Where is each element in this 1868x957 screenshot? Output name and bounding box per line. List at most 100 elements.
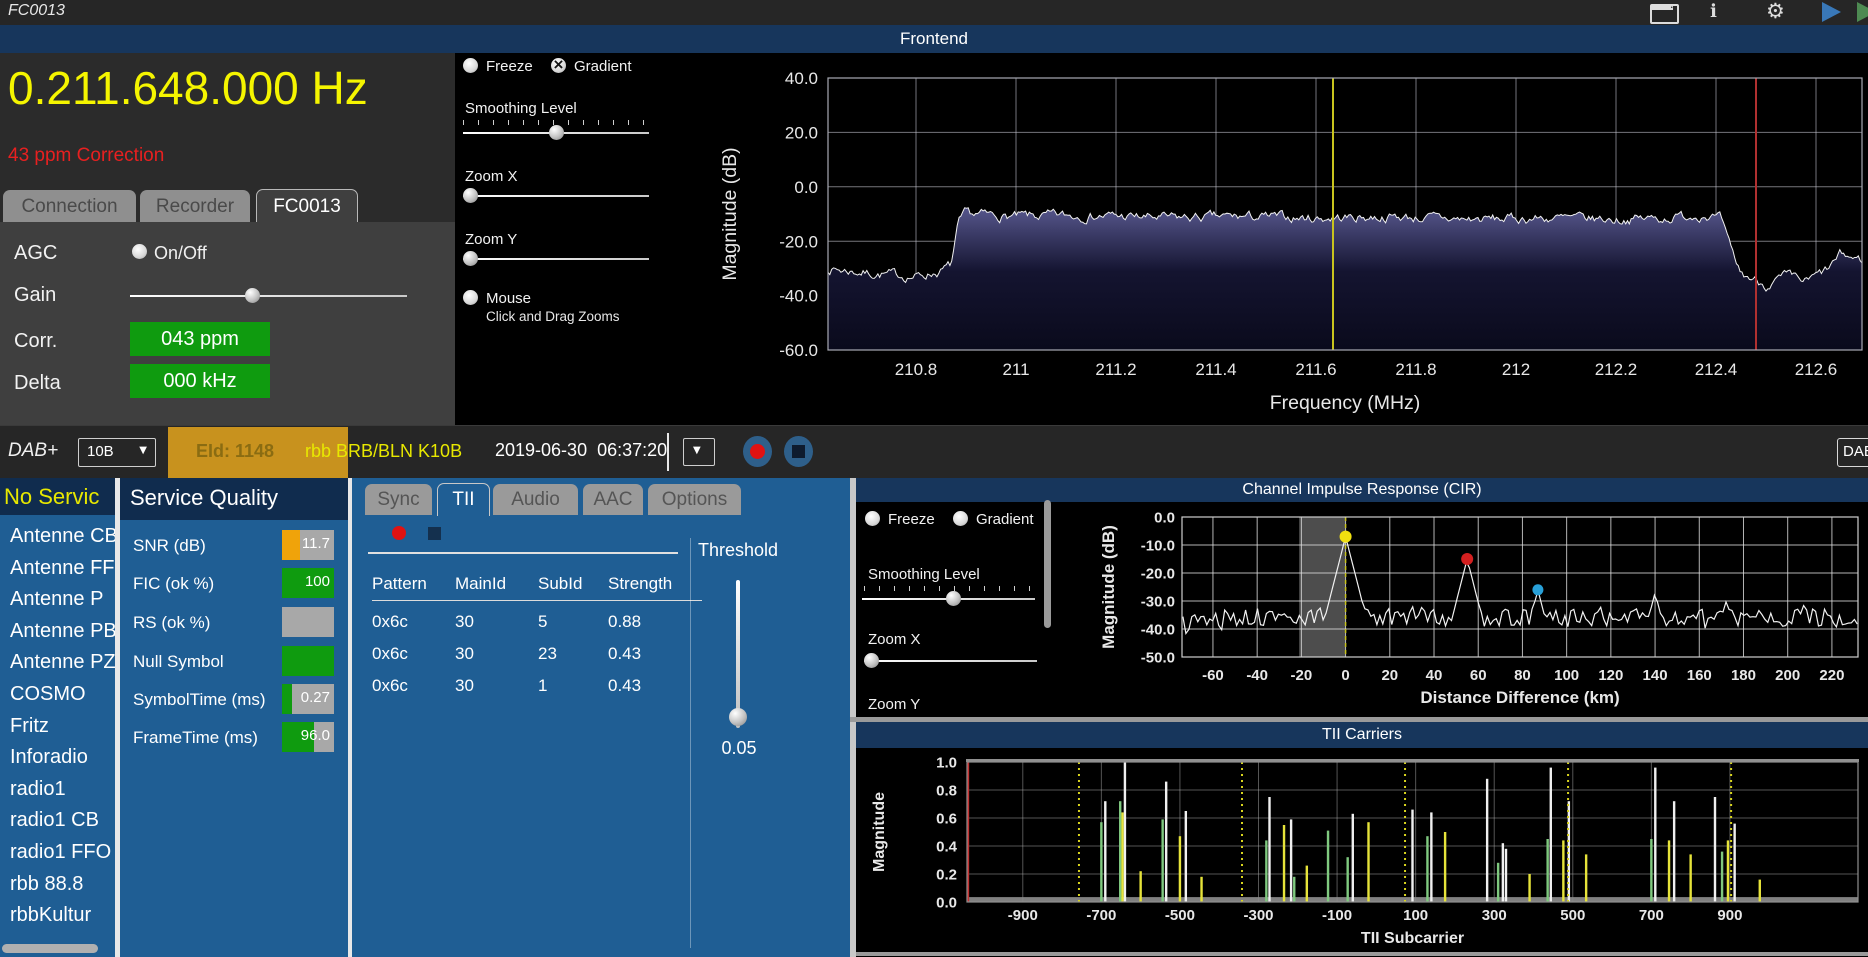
mouse-radio[interactable] — [463, 290, 478, 305]
gain-slider-handle[interactable] — [245, 288, 260, 303]
play-green-icon[interactable] — [1857, 2, 1868, 22]
tab-sync[interactable]: Sync — [365, 484, 432, 515]
service-item[interactable]: Antenne P — [0, 584, 115, 616]
threshold-slider-track[interactable] — [736, 580, 740, 728]
service-item[interactable]: Antenne FFO — [0, 553, 115, 585]
record-button[interactable] — [743, 436, 772, 467]
cir-controls-scrollbar[interactable] — [1044, 500, 1051, 628]
cir-plot[interactable]: -60-40-200204060801001201401601802002200… — [1100, 502, 1868, 718]
svg-text:0.4: 0.4 — [936, 838, 958, 855]
svg-text:TII Subcarrier: TII Subcarrier — [1361, 930, 1464, 947]
cir-smoothing-slider-handle[interactable] — [946, 591, 961, 606]
svg-text:140: 140 — [1643, 667, 1668, 684]
frontend-header-label: Frontend — [900, 29, 968, 48]
tab-connection[interactable]: Connection — [3, 190, 136, 223]
tab-fc0013[interactable]: FC0013 — [256, 189, 358, 223]
zoom-x-slider-handle[interactable] — [463, 188, 478, 203]
tab-aac[interactable]: AAC — [583, 484, 643, 515]
svg-text:-20.0: -20.0 — [1141, 565, 1175, 582]
cir-zoom-x-slider-track[interactable] — [864, 660, 1037, 662]
quality-row-symboltime: SymbolTime (ms) 0.27 — [120, 684, 348, 714]
gradient-label: Gradient — [574, 58, 632, 75]
frontend-body: 0.211.648.000 Hz 43 ppm Correction Conne… — [0, 53, 1868, 425]
null-symbol-bar — [282, 646, 334, 676]
channel-select-value: 10B — [87, 443, 114, 460]
zoom-y-slider-track[interactable] — [463, 258, 649, 260]
symboltime-bar: 0.27 — [282, 684, 334, 714]
stop-square-icon — [792, 445, 805, 458]
smoothing-slider-handle[interactable] — [549, 125, 564, 140]
tii-header: TII Carriers — [856, 722, 1868, 748]
svg-text:0.0: 0.0 — [936, 894, 957, 911]
cir-gradient-radio[interactable] — [953, 511, 968, 526]
info-icon[interactable]: ℹ — [1710, 1, 1717, 22]
threshold-divider — [690, 538, 691, 948]
quality-header-label: Service Quality — [130, 485, 278, 511]
svg-text:212: 212 — [1502, 360, 1530, 379]
svg-text:Frequency (MHz): Frequency (MHz) — [1270, 392, 1421, 414]
zoom-x-slider-track[interactable] — [463, 195, 649, 197]
datetime-label: 2019-06-30 06:37:20 — [495, 440, 667, 461]
dab-mode-label: DAB+ — [8, 440, 58, 462]
svg-text:Magnitude: Magnitude — [871, 792, 888, 872]
service-item[interactable]: rbbKultur — [0, 900, 115, 932]
zoom-y-slider-handle[interactable] — [463, 251, 478, 266]
quality-row-snr: SNR (dB) 11.7 — [120, 530, 348, 560]
spectrum-plot[interactable]: 210.8211211.2211.4211.6211.8212212.2212.… — [660, 53, 1868, 425]
svg-text:60: 60 — [1470, 667, 1487, 684]
gain-slider-track[interactable] — [130, 295, 407, 297]
service-item[interactable]: Fritz — [0, 711, 115, 743]
service-item[interactable]: Inforadio — [0, 742, 115, 774]
play-icon[interactable] — [1822, 2, 1841, 22]
dab-button[interactable]: DAB — [1837, 438, 1868, 467]
tab-options[interactable]: Options — [648, 484, 741, 515]
spectrum-controls: Freeze Gradient Smoothing Level Zoom X Z… — [455, 53, 660, 425]
agc-radio[interactable] — [132, 244, 147, 259]
service-item[interactable]: COSMO — [0, 679, 115, 711]
service-item[interactable]: rbb 88.8 — [0, 869, 115, 901]
window-icon[interactable]: ••• — [1650, 4, 1679, 24]
svg-text:160: 160 — [1687, 667, 1712, 684]
settings-gear-icon[interactable]: ⚙ — [1766, 0, 1785, 23]
mouse-label: Mouse — [486, 290, 531, 307]
scan-dropdown-button[interactable]: ▼ — [683, 438, 715, 466]
svg-text:0.0: 0.0 — [1154, 509, 1175, 526]
service-item[interactable]: Antenne PZL — [0, 647, 115, 679]
snr-bar: 11.7 — [282, 530, 334, 560]
svg-text:-20: -20 — [1291, 667, 1313, 684]
service-item[interactable]: Antenne CB — [0, 521, 115, 553]
svg-text:40.0: 40.0 — [785, 69, 818, 88]
cir-freeze-label: Freeze — [888, 511, 935, 528]
svg-text:Magnitude (dB): Magnitude (dB) — [719, 147, 741, 280]
service-item[interactable]: radio1 FFO — [0, 837, 115, 869]
threshold-slider-handle[interactable] — [729, 708, 747, 726]
tii-carriers-panel: TII Carriers -900-700-500-300-1001003005… — [856, 722, 1868, 957]
freeze-radio[interactable] — [463, 58, 478, 73]
services-hscrollbar[interactable] — [2, 944, 98, 953]
service-item[interactable]: radio1 CB — [0, 805, 115, 837]
service-item[interactable]: Antenne PBG — [0, 616, 115, 648]
tab-tii[interactable]: TII — [437, 483, 490, 516]
service-item[interactable]: radio1 — [0, 774, 115, 806]
tii-record-dot-icon[interactable] — [392, 526, 406, 540]
cir-smoothing-label: Smoothing Level — [868, 566, 980, 583]
services-sidebar: No Servic Antenne CB Antenne FFO Antenne… — [0, 478, 115, 957]
tab-audio[interactable]: Audio — [493, 484, 578, 515]
svg-text:-50.0: -50.0 — [1141, 649, 1175, 666]
gradient-radio[interactable] — [551, 58, 566, 73]
svg-text:80: 80 — [1514, 667, 1531, 684]
svg-text:-60.0: -60.0 — [779, 341, 818, 360]
corr-label: Corr. — [14, 330, 57, 353]
cir-zoom-y-label: Zoom Y — [868, 696, 920, 713]
stop-button[interactable] — [784, 436, 813, 467]
tab-recorder[interactable]: Recorder — [140, 190, 250, 223]
svg-text:-20.0: -20.0 — [779, 232, 818, 251]
channel-select[interactable]: 10B ▼ — [78, 438, 156, 467]
tii-carriers-plot[interactable]: -900-700-500-300-1001003005007009000.00.… — [856, 748, 1868, 957]
chevron-down-icon: ▼ — [139, 445, 147, 456]
quality-row-null-symbol: Null Symbol — [120, 646, 348, 676]
tii-stop-square-icon[interactable] — [428, 527, 441, 540]
decoder-panel: Sync TII Audio AAC Options Pattern MainI… — [352, 478, 850, 957]
cir-freeze-radio[interactable] — [865, 511, 880, 526]
cir-zoom-x-slider-handle[interactable] — [864, 653, 879, 668]
